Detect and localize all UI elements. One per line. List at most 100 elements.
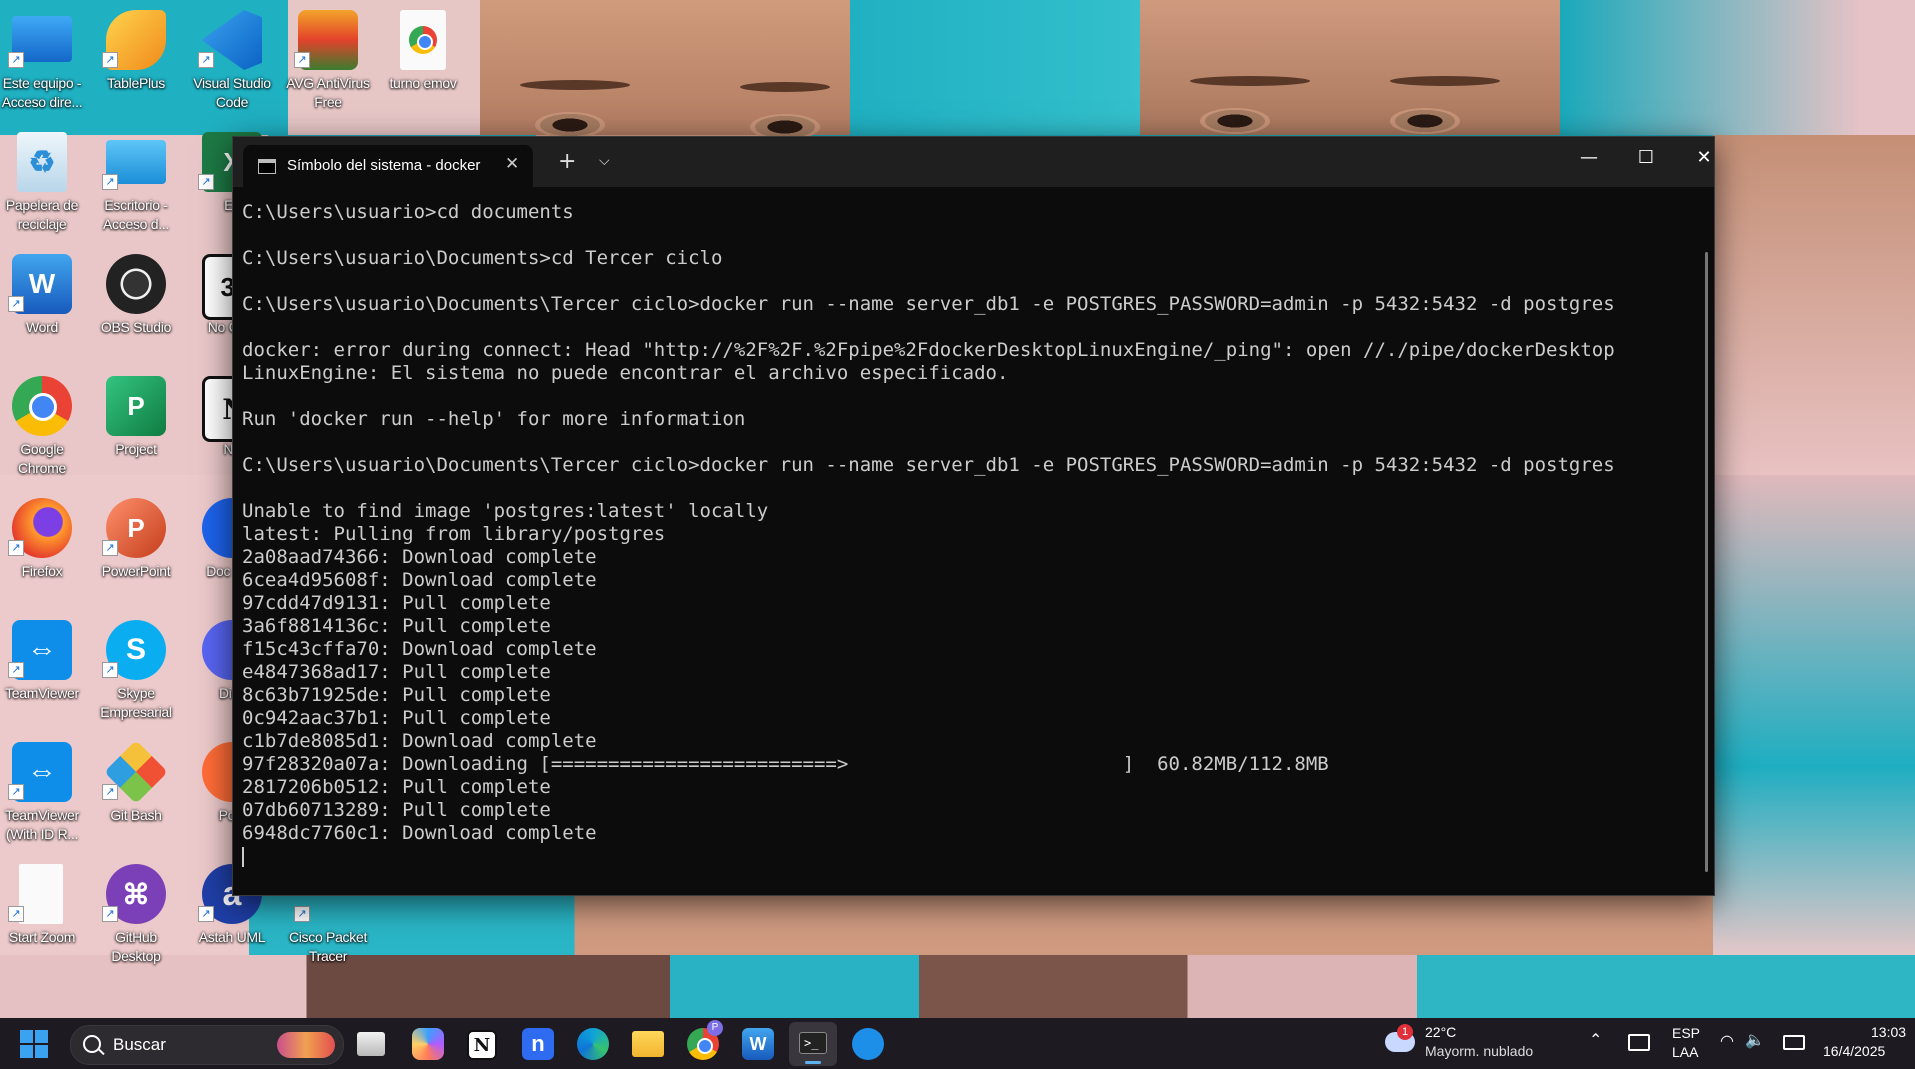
weather-alert-badge: 1 (1397, 1024, 1413, 1040)
file-explorer-icon[interactable] (632, 1031, 664, 1057)
search-placeholder: Buscar (113, 1035, 166, 1054)
shortcut-arrow-icon: ↗ (198, 174, 214, 190)
wifi-icon[interactable]: ◠ (1720, 1031, 1734, 1051)
desktop-shortcut-teamviewer-id[interactable]: ⇔ ↗ TeamViewer (With ID R... (0, 738, 89, 858)
terminal-line: e4847368ad17: Pull complete (242, 661, 551, 683)
start-button[interactable] (20, 1030, 48, 1058)
notion-icon[interactable]: N (467, 1030, 497, 1060)
desktop-shortcut-tableplus[interactable]: ↗ TablePlus (89, 6, 183, 126)
close-window-button[interactable]: ✕ (1684, 147, 1724, 168)
notion-n-icon[interactable]: n (522, 1028, 554, 1060)
battery-icon[interactable] (1783, 1035, 1805, 1050)
shortcut-arrow-icon: ↗ (198, 906, 214, 922)
terminal-line: 2a08aad74366: Download complete (242, 546, 597, 568)
desktop-shortcut-chrome[interactable]: Google Chrome (0, 372, 89, 492)
command-prompt-icon (258, 159, 276, 174)
desktop-shortcut-github-desktop[interactable]: ⌘ ↗ GitHub Desktop (89, 860, 183, 980)
shortcut-arrow-icon: ↗ (198, 52, 214, 68)
desktop-shortcut-firefox[interactable]: ↗ Firefox (0, 494, 89, 614)
chrome-icon[interactable]: P (687, 1020, 723, 1060)
desktop-shortcut-avg[interactable]: ↗ AVG AntiVirus Free (281, 6, 375, 126)
shortcut-arrow-icon: ↗ (8, 296, 24, 312)
terminal-cursor-line[interactable] (242, 845, 1694, 868)
terminal-line: 97f28320a07a: Downloading [=============… (242, 753, 1329, 775)
copilot-icon[interactable] (412, 1028, 444, 1060)
terminal-titlebar[interactable]: Símbolo del sistema - docker ✕ + ⌵ — ☐ ✕ (233, 137, 1714, 187)
terminal-taskbar-button[interactable]: >_ (789, 1022, 837, 1066)
desktop-shortcut-recycle-bin[interactable]: ♻ Papelera de reciclaje (0, 128, 89, 248)
desktop-shortcut-project[interactable]: P Project (89, 372, 183, 492)
language-layout[interactable]: LAA (1672, 1044, 1698, 1060)
terminal-line: docker: error during connect: Head "http… (242, 339, 1615, 361)
desktop-file-turno-emov[interactable]: turno emov (376, 6, 470, 126)
desktop-shortcut-vscode[interactable]: ↗ Visual Studio Code (185, 6, 279, 126)
language-code[interactable]: ESP (1672, 1025, 1700, 1041)
chrome-icon (12, 376, 72, 436)
terminal-window[interactable]: Símbolo del sistema - docker ✕ + ⌵ — ☐ ✕… (232, 136, 1715, 896)
word-icon[interactable]: W (742, 1028, 774, 1060)
new-tab-button[interactable]: + (558, 149, 576, 174)
terminal-line: Unable to find image 'postgres:latest' l… (242, 500, 769, 522)
docker-icon[interactable] (852, 1028, 884, 1060)
project-icon: P (106, 376, 166, 436)
obs-icon (106, 254, 166, 314)
weather-description: Mayorm. nublado (1425, 1043, 1534, 1059)
terminal-line: latest: Pulling from library/postgres (242, 523, 666, 545)
terminal-line: C:\Users\usuario\Documents\Tercer ciclo>… (242, 293, 1615, 315)
terminal-line: LinuxEngine: El sistema no puede encontr… (242, 362, 1009, 384)
terminal-line: 6948dc7760c1: Download complete (242, 822, 597, 844)
desktop-shortcut-escritorio[interactable]: ↗ Escritorio - Acceso d... (89, 128, 183, 248)
desktop-shortcut-teamviewer[interactable]: ⇔ ↗ TeamViewer (0, 616, 89, 736)
show-hidden-icons-button[interactable]: ⌃ (1589, 1030, 1602, 1050)
clock-time[interactable]: 13:03 (1871, 1024, 1906, 1040)
terminal-line: C:\Users\usuario>cd documents (242, 201, 574, 223)
shortcut-arrow-icon: ↗ (8, 52, 24, 68)
desktop-file-start-zoom[interactable]: ↗ Start Zoom (0, 860, 89, 980)
close-tab-button[interactable]: ✕ (505, 154, 519, 174)
desktop-shortcut-obs[interactable]: OBS Studio (89, 250, 183, 370)
shortcut-arrow-icon: ↗ (102, 662, 118, 678)
desktop-shortcut-powerpoint[interactable]: P ↗ PowerPoint (89, 494, 183, 614)
desktop-shortcut-word[interactable]: W ↗ Word (0, 250, 89, 370)
desktop-shortcut-git-bash[interactable]: ↗ Git Bash (89, 738, 183, 858)
shortcut-arrow-icon: ↗ (8, 540, 24, 556)
shortcut-arrow-icon: ↗ (8, 662, 24, 678)
terminal-line: 07db60713289: Pull complete (242, 799, 551, 821)
edge-icon[interactable] (577, 1028, 609, 1060)
terminal-line: 8c63b71925de: Pull complete (242, 684, 551, 706)
windows-logo-icon (20, 1030, 48, 1058)
terminal-scrollbar[interactable] (1705, 252, 1708, 872)
recycle-bin-icon: ♻ (17, 132, 67, 192)
clock-date[interactable]: 16/4/2025 (1823, 1043, 1885, 1059)
terminal-line: Run 'docker run --help' for more informa… (242, 408, 746, 430)
text-cursor (242, 846, 244, 867)
terminal-output[interactable]: C:\Users\usuario>cd documents C:\Users\us… (242, 201, 1694, 895)
touch-keyboard-icon[interactable] (1628, 1034, 1650, 1051)
terminal-line: 3a6f8814136c: Pull complete (242, 615, 551, 637)
terminal-line: 2817206b0512: Pull complete (242, 776, 551, 798)
volume-icon[interactable]: 🔈 (1745, 1030, 1765, 1050)
terminal-icon: >_ (799, 1032, 827, 1054)
task-view-icon[interactable] (357, 1032, 385, 1056)
terminal-line: 0c942aac37b1: Pull complete (242, 707, 551, 729)
tab-title: Símbolo del sistema - docker (287, 157, 481, 174)
weather-temperature: 22°C (1425, 1024, 1457, 1040)
shortcut-arrow-icon: ↗ (8, 906, 24, 922)
search-input[interactable]: Buscar (70, 1025, 344, 1065)
shortcut-arrow-icon: ↗ (8, 784, 24, 800)
minimize-button[interactable]: — (1569, 147, 1609, 168)
tab-command-prompt[interactable]: Símbolo del sistema - docker ✕ (243, 145, 533, 187)
desktop-shortcut-este-equipo[interactable]: ↗ Este equipo - Acceso dire... (0, 6, 89, 126)
tab-dropdown-button[interactable]: ⌵ (599, 153, 610, 169)
weather-widget[interactable]: 1 22°C Mayorm. nublado (1385, 1022, 1555, 1066)
shortcut-arrow-icon: ↗ (102, 174, 118, 190)
shortcut-arrow-icon: ↗ (102, 540, 118, 556)
desktop-shortcut-skype[interactable]: S ↗ Skype Empresarial (89, 616, 183, 736)
maximize-button[interactable]: ☐ (1626, 147, 1666, 168)
terminal-line: C:\Users\usuario\Documents>cd Tercer cic… (242, 247, 723, 269)
terminal-line: f15c43cffa70: Download complete (242, 638, 597, 660)
terminal-line: C:\Users\usuario\Documents\Tercer ciclo>… (242, 454, 1615, 476)
